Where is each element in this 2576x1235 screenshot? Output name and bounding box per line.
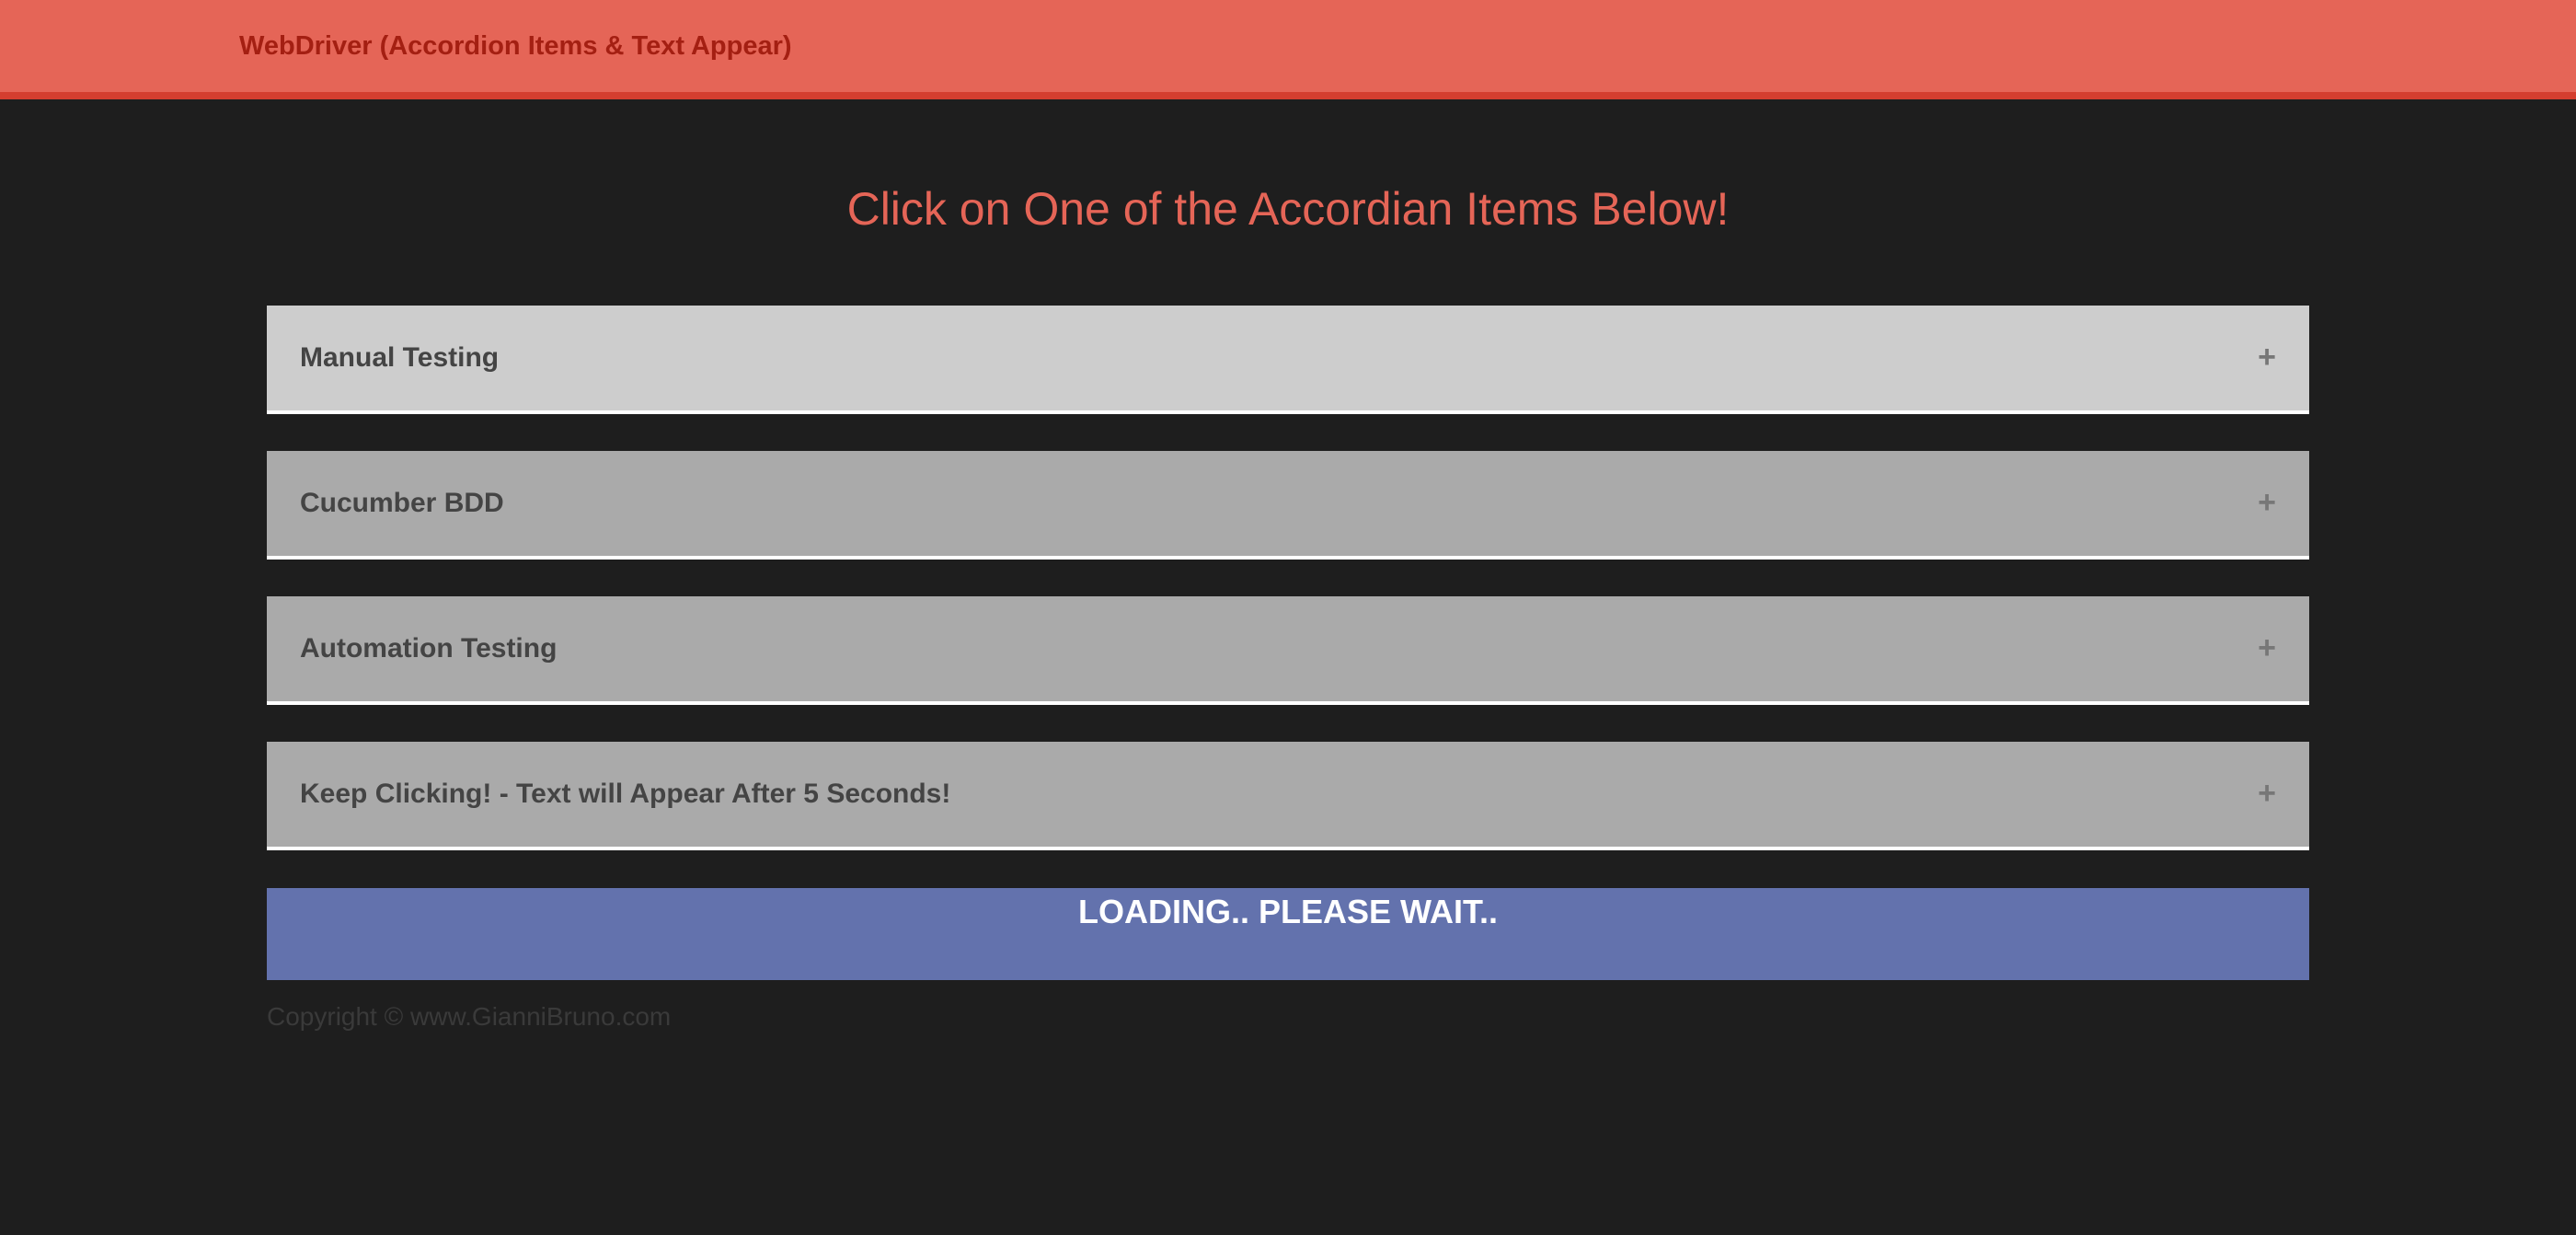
plus-icon: + bbox=[2258, 776, 2276, 811]
accordion-label: Automation Testing bbox=[300, 633, 558, 664]
plus-icon: + bbox=[2258, 485, 2276, 520]
loading-banner: LOADING.. PLEASE WAIT.. bbox=[267, 888, 2309, 980]
page-heading: Click on One of the Accordian Items Belo… bbox=[846, 183, 1730, 235]
accordion-label: Manual Testing bbox=[300, 342, 500, 373]
accordion-label: Cucumber BDD bbox=[300, 488, 504, 518]
accordion-item-automation-testing[interactable]: Automation Testing + bbox=[267, 596, 2309, 705]
accordion-item-manual-testing[interactable]: Manual Testing + bbox=[267, 306, 2309, 414]
navbar-brand-link[interactable]: WebDriver (Accordion Items & Text Appear… bbox=[239, 29, 792, 63]
plus-icon: + bbox=[2258, 630, 2276, 665]
accordion-label: Keep Clicking! - Text will Appear After … bbox=[300, 779, 951, 809]
loading-text: LOADING.. PLEASE WAIT.. bbox=[1077, 893, 1499, 930]
footer-copyright: Copyright © www.GianniBruno.com bbox=[267, 1002, 672, 1031]
accordion-item-cucumber-bdd[interactable]: Cucumber BDD + bbox=[267, 451, 2309, 560]
plus-icon: + bbox=[2258, 340, 2276, 375]
navbar: WebDriver (Accordion Items & Text Appear… bbox=[0, 0, 2576, 99]
accordion-item-keep-clicking[interactable]: Keep Clicking! - Text will Appear After … bbox=[267, 742, 2309, 850]
